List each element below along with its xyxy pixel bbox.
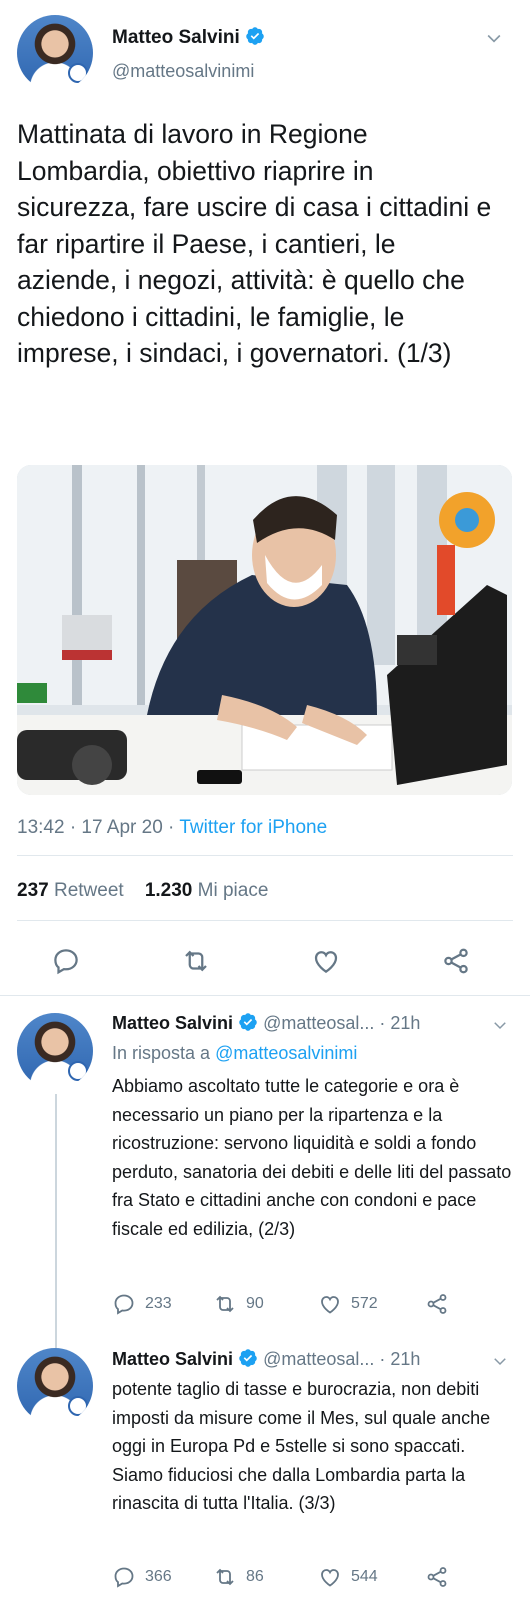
reply-text: potente taglio di tasse e burocrazia, no…	[112, 1379, 491, 1513]
retweets-label: Retweet	[53, 880, 124, 901]
reply-author-handle[interactable]: @matteosal...	[263, 1013, 374, 1033]
verified-badge-icon	[246, 27, 264, 45]
likes-count: 1.230	[144, 880, 193, 901]
retweets-stat[interactable]: 237 Retweet	[17, 880, 124, 901]
like-button[interactable]: 544	[318, 1565, 378, 1589]
retweet-button[interactable]: 90	[213, 1292, 264, 1316]
reply-author-name[interactable]: Matteo Salvini	[112, 1013, 233, 1033]
reply-to-line: In risposta a @matteosalvinimi	[112, 1043, 357, 1064]
avatar[interactable]	[17, 15, 93, 91]
retweet-icon	[216, 1568, 234, 1586]
reply-icon	[114, 1294, 134, 1315]
reply-to-label: In risposta a	[112, 1043, 216, 1063]
author-name-row: Matteo Salvini	[112, 26, 265, 49]
like-icon[interactable]	[311, 946, 341, 976]
retweet-button[interactable]: 86	[213, 1565, 264, 1589]
retweet-count: 90	[246, 1295, 264, 1312]
photo-illustration	[17, 465, 512, 795]
tweet-stats: 237 Retweet 1.230 Mi piace	[17, 880, 268, 902]
reply-author-name[interactable]: Matteo Salvini	[112, 1349, 233, 1369]
reply-count: 233	[145, 1295, 172, 1312]
tweet-photo[interactable]	[17, 465, 512, 795]
retweet-count: 86	[246, 1568, 264, 1585]
reply-to-handle[interactable]: @matteosalvinimi	[215, 1043, 357, 1063]
reply-button[interactable]: 233	[112, 1292, 172, 1316]
reply-header: Matteo Salvini @matteosal... · 21h	[112, 1348, 420, 1370]
reply-timestamp[interactable]: · 21h	[379, 1349, 420, 1369]
retweet-icon	[216, 1295, 234, 1313]
reply-icon[interactable]	[51, 946, 81, 976]
share-button[interactable]	[425, 1292, 449, 1316]
thread-line	[55, 1094, 57, 1354]
reply-count: 366	[145, 1568, 172, 1585]
divider	[17, 920, 513, 921]
divider	[0, 995, 530, 996]
author-handle[interactable]: @matteosalvinimi	[112, 61, 254, 82]
chevron-down-icon[interactable]	[484, 28, 504, 48]
verified-badge-icon	[239, 1349, 257, 1367]
likes-label: Mi piace	[197, 880, 269, 901]
like-count: 544	[351, 1568, 378, 1585]
like-icon	[321, 1569, 339, 1587]
reply-timestamp[interactable]: · 21h	[379, 1013, 420, 1033]
likes-stat[interactable]: 1.230 Mi piace	[145, 880, 269, 901]
tweet-text: Mattinata di lavoro in Regione Lombardia…	[17, 119, 492, 368]
divider	[17, 855, 513, 856]
retweet-icon[interactable]	[181, 946, 211, 976]
author-name[interactable]: Matteo Salvini	[112, 27, 240, 48]
share-icon	[427, 1567, 447, 1587]
tweet-source[interactable]: Twitter for iPhone	[179, 817, 327, 838]
tweet-timestamp[interactable]: 13:42 · 17 Apr 20 ·	[17, 817, 179, 838]
share-button[interactable]	[425, 1565, 449, 1589]
verified-badge-icon	[239, 1013, 257, 1031]
reply-avatar[interactable]	[17, 1013, 93, 1089]
reply-button[interactable]: 366	[112, 1565, 172, 1589]
share-icon[interactable]	[441, 946, 471, 976]
reply-author-handle[interactable]: @matteosal...	[263, 1349, 374, 1369]
like-count: 572	[351, 1295, 378, 1312]
like-icon	[321, 1296, 339, 1314]
share-icon	[427, 1294, 447, 1314]
reply-header: Matteo Salvini @matteosal... · 21h	[112, 1012, 420, 1034]
reply-icon	[114, 1567, 134, 1588]
reply-avatar[interactable]	[17, 1348, 93, 1424]
reply-text: Abbiamo ascoltato tutte le categorie e o…	[112, 1076, 512, 1239]
like-button[interactable]: 572	[318, 1292, 378, 1316]
chevron-down-icon[interactable]	[491, 1352, 509, 1370]
tweet-meta: 13:42 · 17 Apr 20 · Twitter for iPhone	[17, 817, 327, 839]
chevron-down-icon[interactable]	[491, 1016, 509, 1034]
retweets-count: 237	[17, 880, 49, 901]
